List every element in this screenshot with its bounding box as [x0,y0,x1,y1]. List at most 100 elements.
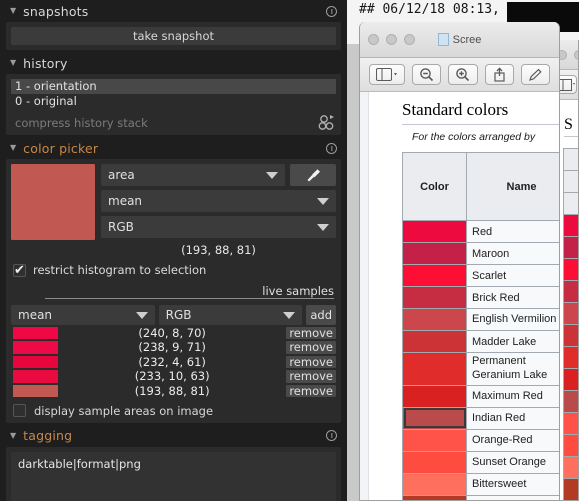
color-name-cell: Scarlet [466,264,559,287]
color-picker-header[interactable]: ▼ color picker [6,137,341,159]
samples-statistic-dropdown[interactable]: mean [11,305,155,325]
window-titlebar[interactable]: Scree [360,22,559,58]
samples-colorspace-dropdown[interactable]: RGB [158,305,303,325]
sample-swatch [13,341,58,354]
window-title-text: Scree [452,33,482,46]
live-sample-row[interactable]: (193, 88, 81) remove [11,384,336,398]
thumbnail-sidebar[interactable] [360,92,369,500]
color-picker-eyedropper-button[interactable] [290,164,336,186]
compress-history-stack-button[interactable]: compress history stack [15,116,148,130]
traffic-lights[interactable] [557,49,578,60]
samples-statistic-value: mean [18,308,53,322]
table-row[interactable]: English Vermilion [402,308,559,331]
table-row[interactable]: Madder Lake [402,330,559,353]
table-body: Red Maroon Scarlet Brick Red English Vermili… [402,220,559,500]
take-snapshot-button[interactable]: take snapshot [11,27,336,45]
help-icon[interactable] [326,142,337,154]
tag-item[interactable]: darktable|format|png [18,457,329,471]
tagging-section: ▼ tagging darktable|format|png [6,425,341,501]
sidebar-icon [376,68,398,81]
zoom-in-button[interactable] [448,64,478,85]
color-swatch-cell [564,435,578,457]
compress-icon[interactable] [318,114,336,130]
color-swatch-cell [402,330,467,353]
remove-sample-button[interactable]: remove [286,370,336,383]
color-swatch-cell [564,193,578,215]
sample-value: (233, 10, 63) [134,369,210,384]
table-row[interactable]: Brick Red [402,286,559,309]
samples-colorspace-value: RGB [165,308,192,322]
color-swatch-cell [564,413,578,435]
statistic-dropdown[interactable]: mean [101,190,336,212]
snapshots-title: snapshots [23,3,89,19]
remove-sample-button[interactable]: remove [286,384,336,397]
live-sample-row[interactable]: (238, 9, 71) remove [11,340,336,355]
color-swatch-cell [402,264,467,287]
collapse-triangle-icon[interactable]: ▼ [10,431,16,440]
darktable-left-panel: ▼ snapshots take snapshot ▼ history 1 - … [0,0,347,501]
live-samples-label: live samples [262,284,334,298]
table-row[interactable]: Permanent Geranium Lake [402,352,559,386]
zoom-in-icon [456,68,470,82]
snapshots-header[interactable]: ▼ snapshots [6,0,341,22]
attached-tags-list[interactable]: darktable|format|png [11,451,336,501]
table-row[interactable]: Sunset Orange [402,450,559,474]
column-header-name: Name [466,152,559,221]
remove-sample-button[interactable]: remove [286,326,336,339]
sidebar-toggle-button[interactable] [557,75,577,94]
add-sample-button[interactable]: add [306,305,336,325]
color-swatch-cell [402,220,467,243]
tagging-box: darktable|format|png [6,446,341,501]
standard-colors-table: Color Name Red Maroon Scarlet Brick Red Engl… [402,152,559,500]
table-row[interactable]: Maximum Red [402,384,559,408]
table-row[interactable]: Scarlet [402,264,559,287]
remove-sample-button[interactable]: remove [286,341,336,354]
color-swatch-cell [564,281,578,303]
colorspace-dropdown[interactable]: RGB [101,216,336,238]
remove-sample-button[interactable]: remove [286,355,336,368]
document-page: Standard colors For the colors arranged … [370,92,559,500]
preview-window-main[interactable]: Scree Standard colors For the colors arr… [359,22,560,501]
table-row[interactable]: Bittersweet [402,472,559,496]
history-header[interactable]: ▼ history [6,52,341,74]
color-name-cell: Dark Venetian [466,494,559,500]
collapse-triangle-icon[interactable]: ▼ [10,144,16,152]
sample-value: (240, 8, 70) [138,325,206,340]
zoom-out-button[interactable] [412,64,442,85]
display-sample-areas-row[interactable]: display sample areas on image [11,404,336,418]
restrict-histogram-checkbox[interactable] [13,263,26,278]
markup-button[interactable] [520,64,550,85]
history-item[interactable]: 0 - original [11,94,336,109]
zoom-out-icon [420,68,434,82]
chevron-down-icon [317,197,329,205]
share-icon [494,67,505,82]
color-swatch-cell [564,457,578,479]
history-box: 1 - orientation 0 - original compress hi… [6,74,341,135]
display-sample-areas-checkbox[interactable] [13,404,26,417]
collapse-triangle-icon[interactable]: ▼ [10,7,16,15]
table-header-row: Color Name [402,152,559,221]
table-row[interactable]: Maroon [402,242,559,265]
history-item[interactable]: 1 - orientation [11,79,336,94]
help-icon[interactable] [326,430,337,441]
sidebar-toggle-button[interactable] [369,64,406,85]
live-sample-row[interactable]: (240, 8, 70) remove [11,326,336,340]
live-sample-row[interactable]: (233, 10, 63) remove [11,369,336,384]
collapse-triangle-icon[interactable]: ▼ [10,59,16,67]
help-icon[interactable] [326,5,337,17]
share-button[interactable] [484,64,514,85]
table-row[interactable]: Dark Venetian [402,494,559,500]
tagging-header[interactable]: ▼ tagging [6,425,341,447]
sidebar-icon [558,78,575,91]
history-footer: compress history stack [11,114,336,130]
live-sample-row[interactable]: (232, 4, 61) remove [11,355,336,369]
sample-value: (238, 9, 71) [138,340,206,355]
area-mode-dropdown[interactable]: area [101,164,285,186]
restrict-histogram-row[interactable]: restrict histogram to selection [11,263,336,278]
window-title: Scree [360,33,559,46]
table-row[interactable]: Indian Red [402,406,559,430]
table-row[interactable]: Red [402,220,559,243]
chevron-down-icon [317,223,329,231]
color-name-cell: Brick Red [466,286,559,309]
table-row[interactable]: Orange-Red [402,428,559,452]
